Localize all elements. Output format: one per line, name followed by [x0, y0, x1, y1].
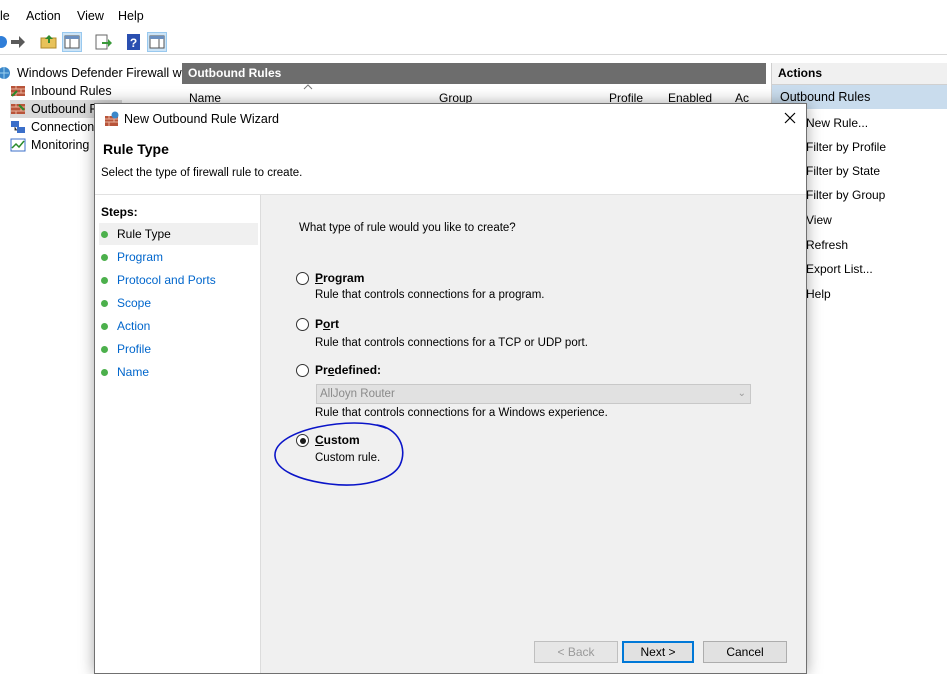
step-protocol-and-ports[interactable]: Protocol and Ports — [99, 269, 258, 291]
menu-view[interactable]: View — [77, 9, 104, 23]
step-status-dot — [101, 231, 108, 238]
step-label: Name — [117, 365, 150, 379]
step-label: Protocol and Ports — [117, 273, 216, 287]
step-label: Rule Type — [117, 227, 171, 241]
step-status-dot — [101, 323, 108, 330]
chevron-down-icon: ⌄ — [737, 388, 746, 399]
steps-panel: Steps: Rule Type Program Protocol and Po… — [95, 195, 261, 673]
port-label-rest: rt — [330, 317, 340, 331]
menu-bar: le Action View Help — [0, 0, 947, 31]
step-status-dot — [101, 300, 108, 307]
wizard-content: What type of rule would you like to crea… — [261, 195, 806, 673]
step-label: Scope — [117, 296, 152, 310]
firewall-wizard-icon — [105, 111, 119, 126]
cancel-button[interactable]: Cancel — [703, 641, 787, 663]
actions-header: Actions — [772, 63, 947, 85]
rule-type-question: What type of rule would you like to crea… — [299, 222, 516, 234]
page-title: Rule Type — [103, 141, 169, 157]
predefined-radio[interactable] — [296, 364, 309, 377]
page-description: Select the type of firewall rule to crea… — [101, 167, 303, 179]
back-button[interactable]: < Back — [534, 641, 618, 663]
step-label: Profile — [117, 342, 152, 356]
monitoring-icon — [10, 138, 26, 152]
tree-item-label: Monitoring — [31, 138, 90, 152]
firewall-globe-icon — [0, 67, 10, 79]
forward-arrow-icon[interactable] — [9, 33, 27, 51]
tree-item-connection[interactable]: Connection — [10, 118, 94, 136]
predefined-label-pre: Pr — [315, 363, 328, 377]
step-status-dot — [101, 277, 108, 284]
port-option-description: Rule that controls connections for a TCP… — [315, 337, 588, 349]
action-filter-by-profile[interactable]: Filter by Profile — [806, 140, 886, 154]
tree-root-label: Windows Defender Firewall witl — [17, 66, 191, 80]
tree-root[interactable]: Windows Defender Firewall witl — [0, 64, 191, 82]
action-export-list[interactable]: Export List... — [806, 262, 873, 276]
export-list-icon[interactable] — [94, 33, 112, 51]
program-radio[interactable] — [296, 272, 309, 285]
menu-help[interactable]: Help — [118, 9, 144, 23]
svg-text:?: ? — [130, 36, 137, 50]
step-label: Action — [117, 319, 151, 333]
action-view[interactable]: View — [806, 213, 832, 227]
step-status-dot — [101, 369, 108, 376]
predefined-option-description: Rule that controls connections for a Win… — [315, 407, 608, 419]
step-status-dot — [101, 346, 108, 353]
new-outbound-rule-wizard: New Outbound Rule Wizard Rule Type Selec… — [94, 103, 807, 674]
predefined-select-value: AllJoyn Router — [320, 388, 395, 400]
sort-ascending-icon — [303, 84, 313, 90]
rules-column-header: Name Group Profile Enabled Ac — [182, 84, 766, 105]
inbound-rules-icon — [11, 86, 25, 97]
custom-label-rest: ustom — [323, 433, 360, 447]
action-refresh[interactable]: Refresh — [806, 238, 848, 252]
custom-option-description: Custom rule. — [315, 452, 381, 464]
menu-action[interactable]: Action — [26, 9, 61, 23]
action-filter-by-group[interactable]: Filter by Group — [806, 188, 885, 202]
program-label-rest: rogram — [323, 271, 365, 285]
tree-item-label: Connection — [31, 120, 95, 134]
dialog-titlebar[interactable]: New Outbound Rule Wizard — [95, 104, 806, 134]
close-icon — [784, 112, 796, 124]
predefined-rules-select: AllJoyn Router ⌄ — [316, 384, 751, 404]
predefined-label-rest: defined: — [334, 363, 382, 377]
port-radio[interactable] — [296, 318, 309, 331]
program-option-description: Rule that controls connections for a pro… — [315, 289, 545, 301]
step-rule-type[interactable]: Rule Type — [99, 223, 258, 245]
port-label-pre: P — [315, 317, 324, 331]
close-button[interactable] — [776, 106, 804, 130]
menu-file[interactable]: le — [0, 9, 10, 23]
program-mnemonic: P — [315, 271, 324, 285]
program-option-label[interactable]: Program — [315, 271, 364, 285]
port-option-label[interactable]: Port — [315, 317, 339, 331]
action-filter-by-state[interactable]: Filter by State — [806, 164, 880, 178]
step-program[interactable]: Program — [99, 246, 258, 268]
properties-pane-icon[interactable] — [147, 32, 167, 52]
steps-header: Steps: — [101, 205, 138, 219]
step-name[interactable]: Name — [99, 361, 258, 383]
predefined-option-label[interactable]: Predefined: — [315, 363, 381, 377]
custom-mnemonic: C — [315, 433, 324, 447]
tree-item-monitoring[interactable]: Monitoring — [10, 136, 89, 154]
step-profile[interactable]: Profile — [99, 338, 258, 360]
step-scope[interactable]: Scope — [99, 292, 258, 314]
center-pane-title: Outbound Rules — [182, 63, 766, 84]
next-button[interactable]: Next > — [622, 641, 694, 663]
connection-security-icon — [11, 121, 25, 133]
dialog-title: New Outbound Rule Wizard — [124, 112, 279, 126]
tree-item-label: Inbound Rules — [31, 84, 112, 98]
tree-item-label: Outbound R — [31, 102, 99, 116]
custom-option-label[interactable]: Custom — [315, 433, 360, 447]
folder-up-icon[interactable] — [40, 33, 58, 51]
toolbar: ? — [0, 30, 947, 55]
outbound-rules-icon — [11, 104, 25, 114]
help-icon[interactable]: ? — [125, 33, 143, 51]
step-action[interactable]: Action — [99, 315, 258, 337]
tree-item-inbound-rules[interactable]: Inbound Rules — [10, 82, 112, 100]
step-status-dot — [101, 254, 108, 261]
show-hide-console-tree-icon[interactable] — [62, 32, 82, 52]
custom-radio[interactable] — [296, 434, 309, 447]
action-help[interactable]: Help — [806, 287, 831, 301]
step-label: Program — [117, 250, 164, 264]
action-new-rule[interactable]: New Rule... — [806, 116, 868, 130]
